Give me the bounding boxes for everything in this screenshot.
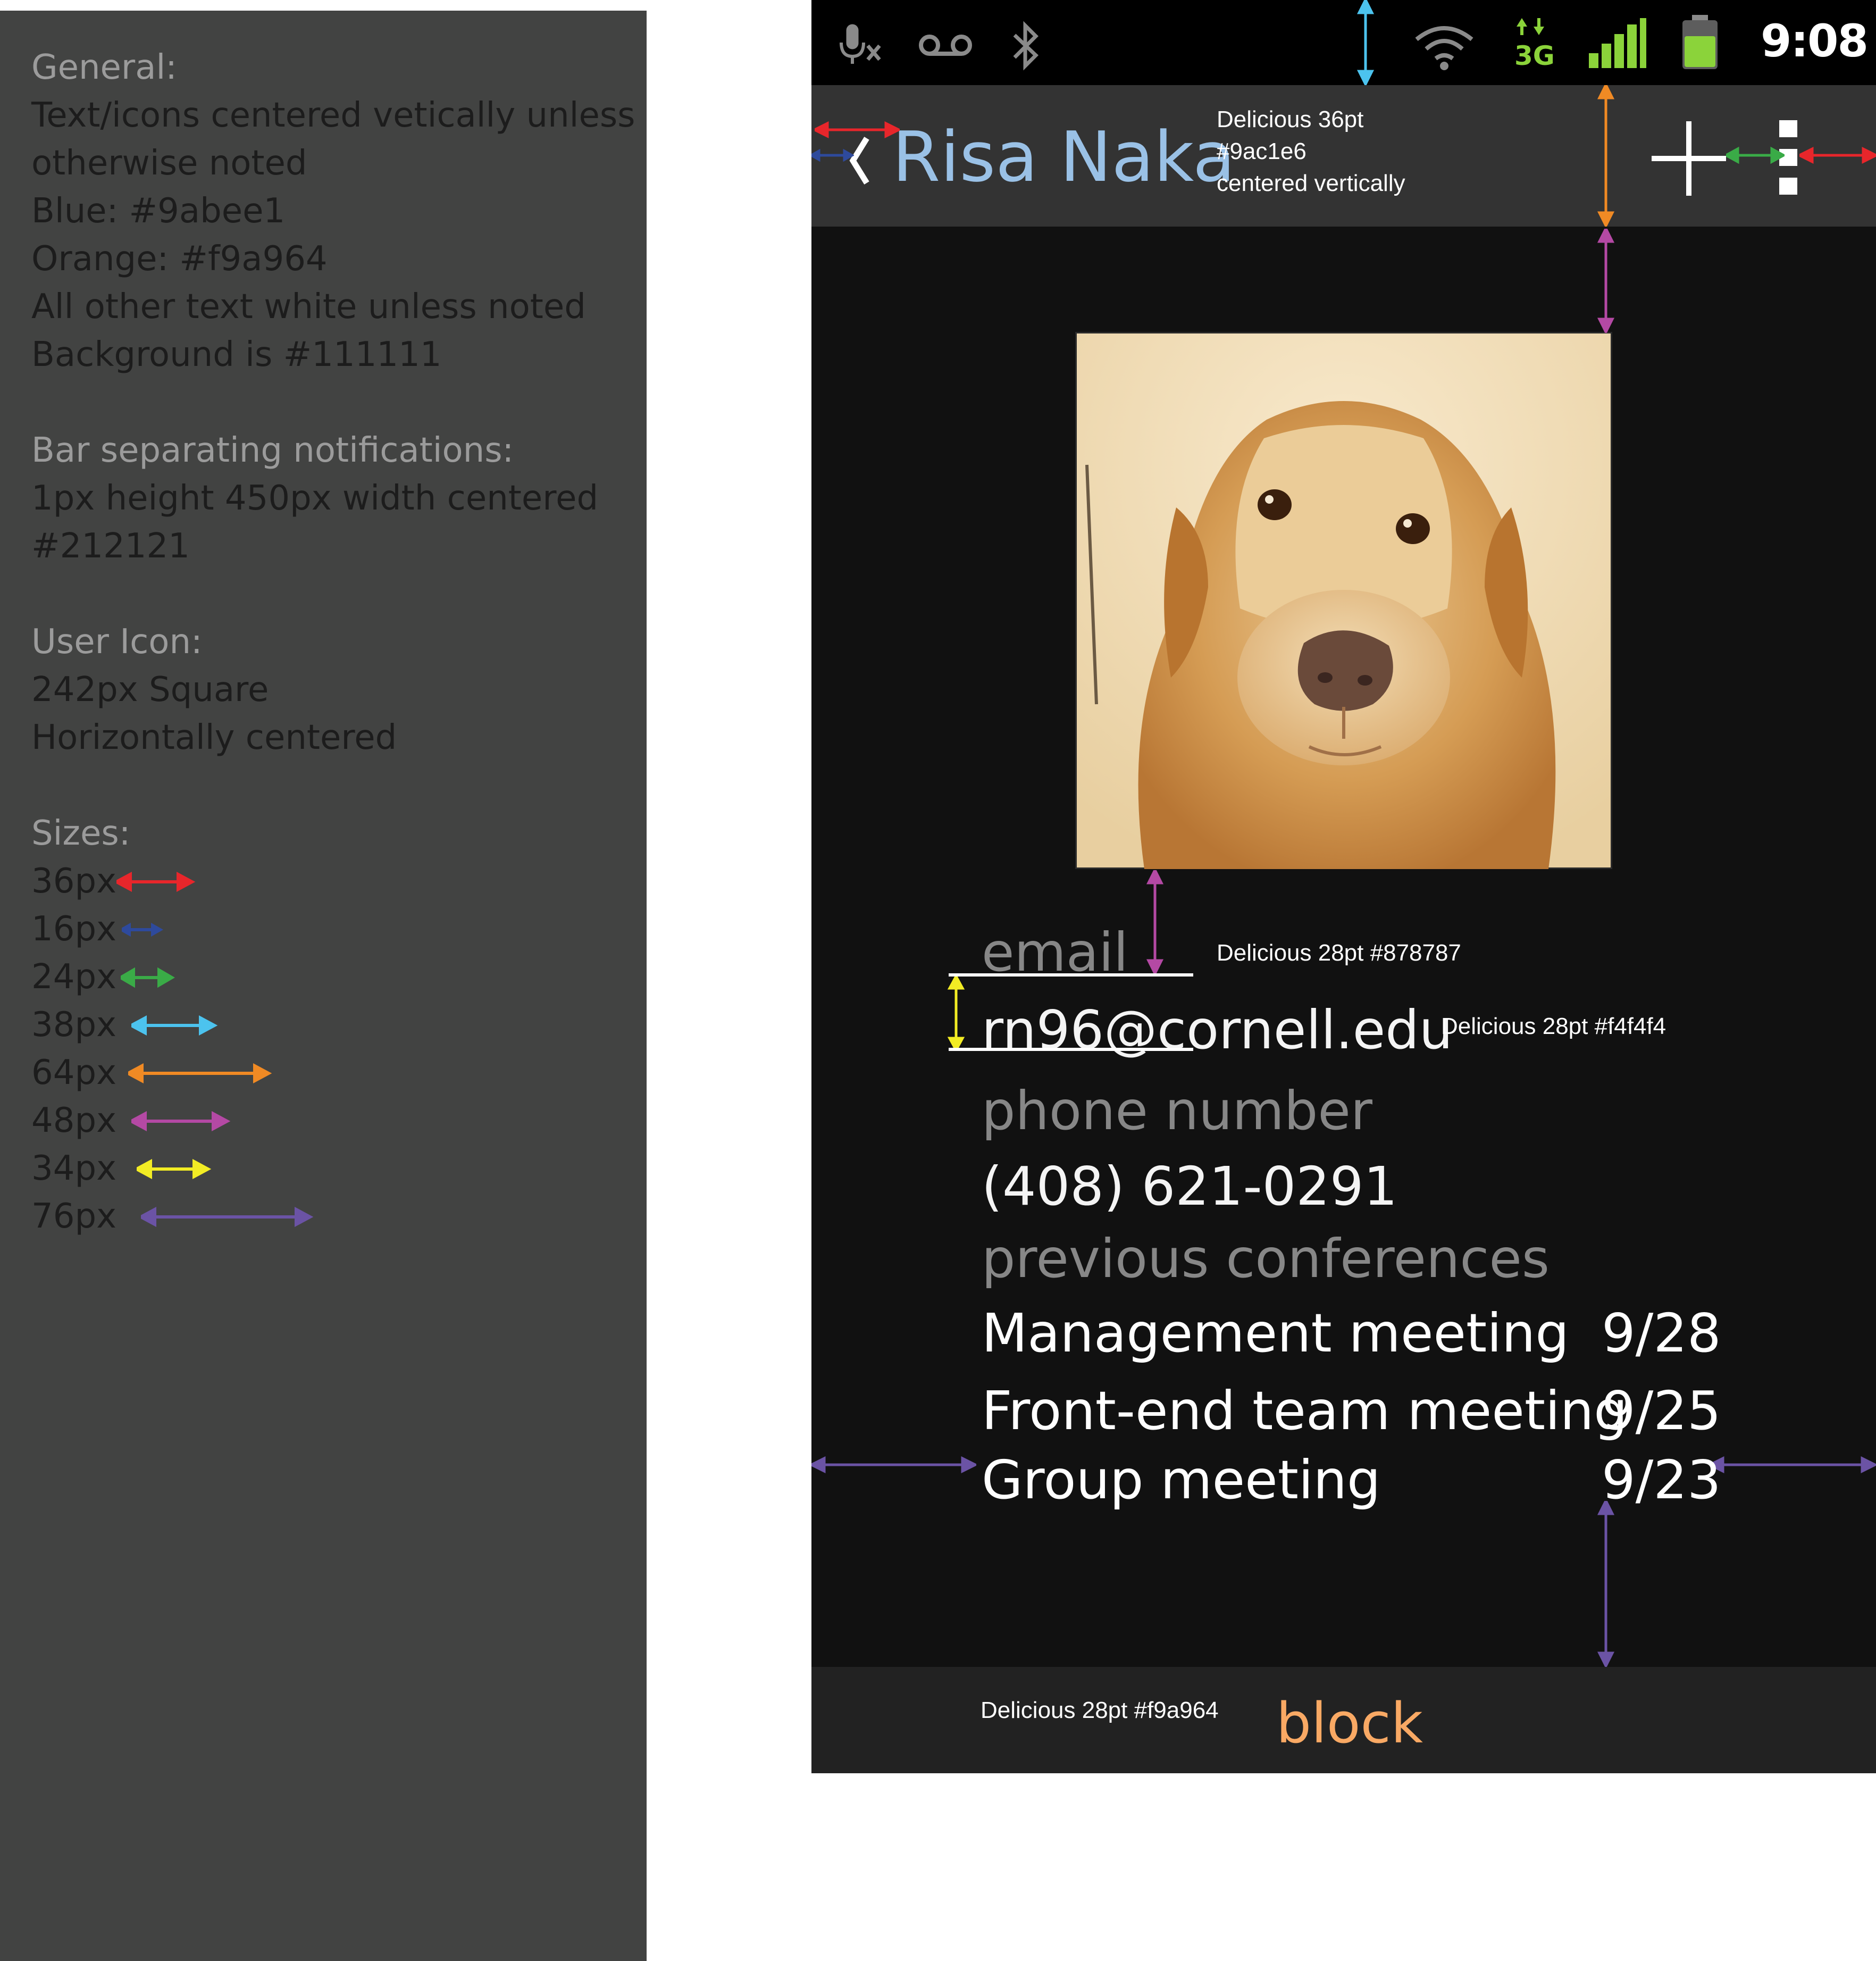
- spec-bar-line: #212121: [31, 527, 190, 566]
- width-indicator-arrow: [811, 1456, 976, 1474]
- block-button[interactable]: block: [1276, 1686, 1423, 1760]
- spec-sizes-heading: Sizes:: [31, 814, 131, 853]
- spec-bar-heading: Bar separating notifications:: [31, 431, 514, 470]
- phone-screen: 3G 9:08 Risa Naka Delicious 36pt #9ac1e6…: [811, 0, 1876, 1773]
- double-arrow-icon: [116, 871, 196, 892]
- voicemail-icon: [919, 35, 972, 56]
- dog-photo: [1075, 332, 1612, 869]
- underline-rule: [949, 973, 1193, 977]
- plus-icon[interactable]: [1652, 121, 1726, 196]
- spec-icon-heading: User Icon:: [31, 622, 203, 662]
- size-label: 16px: [31, 909, 116, 949]
- spec-bar-line: 1px height 450px width centered: [31, 479, 599, 518]
- conference-name[interactable]: Front-end team meeting: [982, 1376, 1628, 1446]
- width-indicator-arrow: [1710, 1456, 1876, 1474]
- status-bar: 3G 9:08: [811, 0, 1876, 85]
- double-arrow-icon: [121, 967, 175, 988]
- height-indicator-arrow: [947, 977, 965, 1051]
- status-time: 9:08: [1761, 15, 1869, 67]
- double-arrow-icon: [128, 1063, 272, 1084]
- width-indicator-arrow: [1799, 146, 1876, 164]
- spec-general-line: Text/icons centered vetically unless: [31, 96, 635, 135]
- double-arrow-icon: [131, 1015, 218, 1036]
- phone-value[interactable]: (408) 621-0291: [982, 1152, 1397, 1221]
- height-indicator-arrow: [1597, 1501, 1615, 1667]
- mic-muted-icon: [840, 24, 881, 64]
- size-legend-row: 34px: [31, 1145, 404, 1192]
- conference-date: 9/23: [1602, 1449, 1721, 1511]
- size-label: 36px: [31, 862, 116, 901]
- size-legend-row: 64px: [31, 1049, 404, 1097]
- conference-name[interactable]: Management meeting: [982, 1299, 1569, 1368]
- action-bar: Risa Naka Delicious 36pt #9ac1e6 centere…: [811, 85, 1876, 227]
- conference-date: 9/25: [1602, 1380, 1721, 1442]
- width-indicator-arrow: [1726, 146, 1785, 164]
- size-label: 48px: [31, 1101, 116, 1140]
- spec-general-line: Orange: #f9a964: [31, 239, 328, 279]
- double-arrow-icon: [131, 1111, 231, 1132]
- size-legend-row: 36px: [31, 857, 404, 905]
- height-indicator-arrow: [1597, 85, 1615, 227]
- signal-icon: [1589, 18, 1646, 68]
- size-legend-row: 24px: [31, 953, 404, 1001]
- size-label: 76px: [31, 1197, 116, 1236]
- size-legend-row: 76px: [31, 1192, 404, 1240]
- email-value[interactable]: rn96@cornell.edu: [982, 996, 1453, 1065]
- conferences-label: previous conferences: [982, 1228, 1550, 1290]
- spec-general-heading: General:: [31, 48, 177, 87]
- spec-icon-line: Horizontally centered: [31, 718, 397, 757]
- note-line: centered vertically: [1217, 170, 1405, 196]
- size-legend-row: 38px: [31, 1001, 404, 1049]
- wifi-icon: [1415, 26, 1473, 70]
- battery-icon: [1682, 15, 1718, 69]
- double-arrow-icon: [137, 1158, 212, 1180]
- spec-general-line: Blue: #9abee1: [31, 191, 286, 231]
- width-indicator-arrow: [815, 121, 900, 139]
- double-arrow-icon: [141, 1206, 314, 1228]
- height-indicator-arrow: [1597, 229, 1615, 333]
- spec-general-line: All other text white unless noted: [31, 287, 586, 327]
- contact-name-title: Risa Naka: [892, 116, 1235, 197]
- email-label-spec-note: Delicious 28pt #878787: [1217, 940, 1461, 966]
- phone-label: phone number: [982, 1080, 1373, 1142]
- note-line: Delicious 36pt: [1217, 106, 1364, 132]
- size-legend-row: 48px: [31, 1097, 404, 1145]
- size-label: 34px: [31, 1149, 116, 1188]
- note-line: #9ac1e6: [1217, 138, 1306, 164]
- block-spec-note: Delicious 28pt #f9a964: [981, 1697, 1219, 1723]
- width-indicator-arrow: [811, 148, 854, 162]
- spec-panel: General: Text/icons centered vetically u…: [0, 11, 647, 1961]
- height-indicator-arrow: [1356, 0, 1375, 85]
- size-label: 64px: [31, 1053, 116, 1092]
- conference-date: 9/28: [1602, 1302, 1721, 1364]
- spec-general-line: Background is #111111: [31, 335, 442, 374]
- email-label: email: [982, 921, 1128, 983]
- size-label: 38px: [31, 1005, 116, 1045]
- data-type-label: 3G: [1514, 40, 1555, 70]
- underline-rule: [949, 1048, 1193, 1051]
- email-value-spec-note: Delicious 28pt #f4f4f4: [1441, 1013, 1666, 1039]
- conference-name[interactable]: Group meeting: [982, 1446, 1381, 1515]
- bluetooth-icon: [1013, 21, 1039, 71]
- double-arrow-icon: [122, 922, 164, 937]
- 3g-data-icon: 3G: [1514, 18, 1555, 70]
- spec-icon-line: 242px Square: [31, 670, 269, 710]
- spec-general-line: otherwise noted: [31, 144, 307, 183]
- size-legend-row: 16px: [31, 905, 404, 953]
- size-label: 24px: [31, 957, 116, 997]
- height-indicator-arrow: [1146, 870, 1164, 974]
- name-spec-note: Delicious 36pt #9ac1e6 centered vertical…: [1217, 104, 1405, 199]
